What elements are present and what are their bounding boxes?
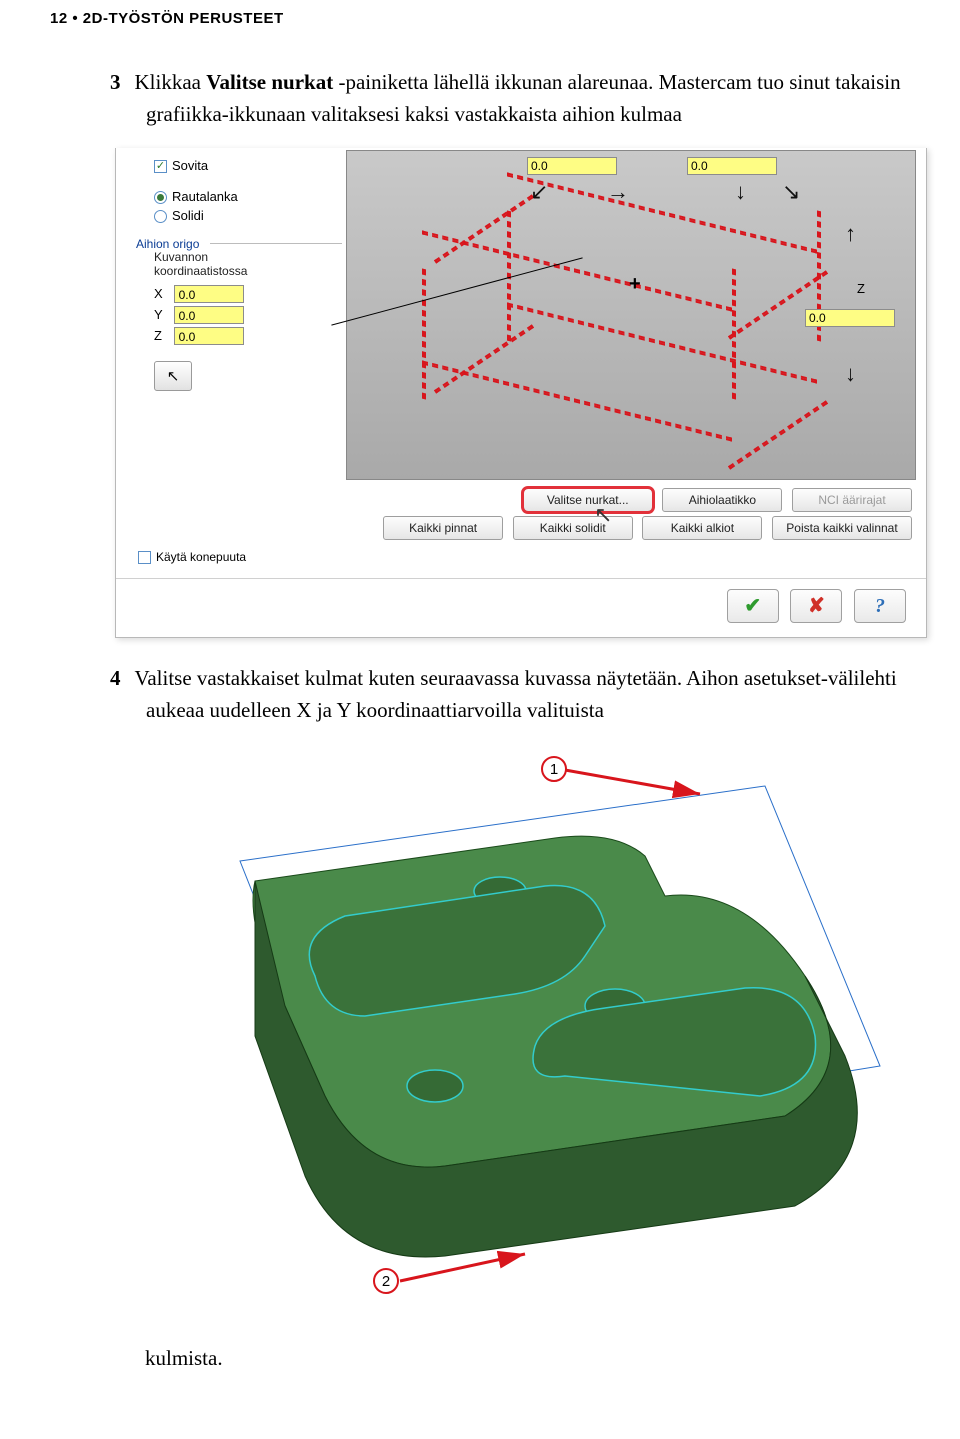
dim-arrow-icon-4: ↘ xyxy=(782,179,800,205)
kaikki-solidit-button[interactable]: Kaikki solidit xyxy=(513,516,633,540)
cursor-icon: ↖ xyxy=(167,367,180,385)
x-label: X xyxy=(154,286,170,301)
kayta-konepuuta-checkbox[interactable] xyxy=(138,551,151,564)
dim-arrow-icon-2: → xyxy=(607,179,629,205)
step-3-bold: Valitse nurkat xyxy=(206,70,333,94)
valitse-nurkat-button[interactable]: Valitse nurkat... xyxy=(523,488,653,512)
dialog-screenshot: ✓ Sovita Rautalanka Solidi Aihion origo K… xyxy=(115,148,927,638)
dim-arrow-icon: ↙ xyxy=(530,179,548,205)
sovita-row[interactable]: ✓ Sovita xyxy=(154,158,340,173)
y-label: Y xyxy=(154,307,170,322)
dialog-left-panel: ✓ Sovita Rautalanka Solidi Aihion origo K… xyxy=(116,148,346,397)
kayta-konepuuta-row[interactable]: Käytä konepuuta xyxy=(138,550,926,564)
ok-button[interactable]: ✔ xyxy=(727,589,779,623)
last-word: kulmista. xyxy=(145,1346,910,1371)
check-icon: ✔ xyxy=(744,595,761,617)
graphics-preview: + 0.0 ↙ → 0.0 ↓ ↘ ↑ ↓ Z 0.0 xyxy=(346,150,916,480)
sovita-label: Sovita xyxy=(172,158,208,173)
part-svg xyxy=(145,756,905,1316)
dim-arrow-icon-3: ↓ xyxy=(735,179,746,205)
solidi-label: Solidi xyxy=(172,208,204,223)
kaikki-pinnat-button[interactable]: Kaikki pinnat xyxy=(383,516,503,540)
solidi-row[interactable]: Solidi xyxy=(154,208,340,223)
help-icon: ? xyxy=(875,595,885,617)
nci-aarirajat-button: NCI äärirajat xyxy=(792,488,912,512)
help-button[interactable]: ? xyxy=(854,589,906,623)
step-4-text: Valitse vastakkaiset kulmat kuten seuraa… xyxy=(135,666,897,722)
kuvannon-2: koordinaatistossa xyxy=(154,264,340,278)
aihiolaatikko-button[interactable]: Aihiolaatikko xyxy=(662,488,782,512)
kaikki-alkiot-button[interactable]: Kaikki alkiot xyxy=(642,516,762,540)
page-header: 12 • 2D-TYÖSTÖN PERUSTEET xyxy=(50,10,910,27)
dim-arrow-icon-5: ↑ xyxy=(845,221,856,247)
step-3-pre: Klikkaa xyxy=(135,70,207,94)
step-3-num: 3 xyxy=(110,70,121,94)
z-label: Z xyxy=(154,328,170,343)
dim-top-2[interactable]: 0.0 xyxy=(687,157,777,175)
dim-z-field[interactable]: 0.0 xyxy=(805,309,895,327)
z-field[interactable]: 0.0 xyxy=(174,327,244,345)
poista-valinnat-button[interactable]: Poista kaikki valinnat xyxy=(772,516,912,540)
step-4: 4 Valitse vastakkaiset kulmat kuten seura… xyxy=(110,663,910,726)
dim-top-1[interactable]: 0.0 xyxy=(527,157,617,175)
kayta-konepuuta-label: Käytä konepuuta xyxy=(156,550,246,564)
close-icon: ✘ xyxy=(808,595,825,617)
y-field[interactable]: 0.0 xyxy=(174,306,244,324)
dialog-footer: ✔ ✘ ? xyxy=(116,578,926,637)
rautalanka-row[interactable]: Rautalanka xyxy=(154,189,340,204)
step-4-num: 4 xyxy=(110,666,121,690)
x-field[interactable]: 0.0 xyxy=(174,285,244,303)
cancel-button[interactable]: ✘ xyxy=(790,589,842,623)
rautalanka-label: Rautalanka xyxy=(172,189,238,204)
origin-cross-icon: + xyxy=(629,273,641,296)
sovita-checkbox[interactable]: ✓ xyxy=(154,160,167,173)
step-3: 3Klikkaa Valitse nurkat -painiketta lähe… xyxy=(110,67,910,130)
solidi-radio[interactable] xyxy=(154,210,167,223)
dim-arrow-icon-6: ↓ xyxy=(845,361,856,387)
aihion-origo-group: Aihion origo xyxy=(136,237,340,251)
kuvannon-1: Kuvannon xyxy=(154,250,340,264)
part-figure: 1 2 xyxy=(145,756,905,1316)
rautalanka-radio[interactable] xyxy=(154,191,167,204)
pick-origin-button[interactable]: ↖ xyxy=(154,361,192,391)
dim-z-label: Z xyxy=(857,281,865,296)
